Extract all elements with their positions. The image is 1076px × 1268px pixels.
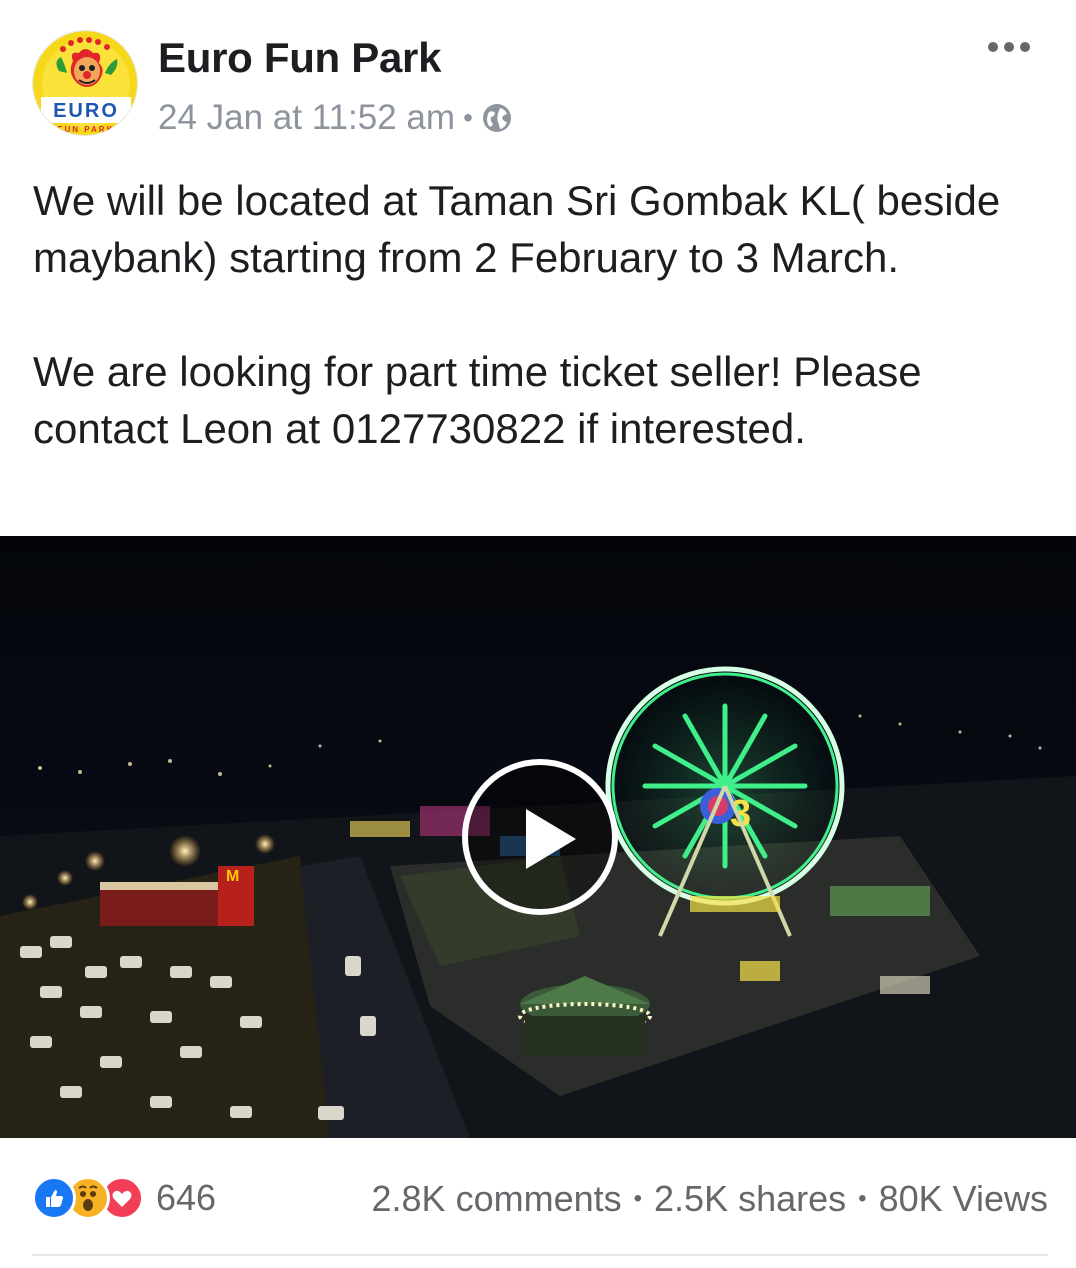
post-text-paragraph-2: We are looking for part time ticket sell…: [33, 348, 922, 452]
svg-text:M: M: [226, 868, 239, 885]
logo-text: EURO: [53, 100, 119, 122]
more-dot: [1004, 42, 1014, 52]
stats-separator: •: [633, 1185, 643, 1212]
more-dot: [1020, 42, 1030, 52]
post-text-paragraph-1: We will be located at Taman Sri Gombak K…: [33, 177, 1001, 281]
post-text: We will be located at Taman Sri Gombak K…: [33, 172, 1043, 457]
comments-link[interactable]: 2.8K comments: [372, 1178, 622, 1220]
engagement-stats: 2.8K comments • 2.5K shares • 80K Views: [372, 1178, 1048, 1220]
meta-separator: •: [463, 102, 473, 133]
page-avatar[interactable]: EURO FUN PARK: [32, 30, 138, 136]
svg-text:3: 3: [730, 793, 751, 835]
like-icon: [32, 1176, 76, 1220]
stats-separator: •: [858, 1185, 867, 1212]
post-footer: 646 2.8K comments • 2.5K shares • 80K Vi…: [0, 1150, 1076, 1256]
footer-divider: [32, 1254, 1048, 1256]
globe-icon[interactable]: [481, 102, 513, 134]
page-name[interactable]: Euro Fun Park: [158, 34, 441, 82]
euro-fun-park-logo: EURO FUN PARK: [33, 31, 137, 135]
play-triangle: [526, 809, 576, 869]
play-icon[interactable]: [462, 759, 618, 915]
logo-subtext: FUN PARK: [58, 125, 115, 134]
post-header: EURO FUN PARK Euro Fun Park 24 Jan at 11…: [0, 0, 1076, 150]
reactions-summary[interactable]: 646: [32, 1176, 216, 1220]
reaction-count: 646: [156, 1177, 217, 1218]
views-count: 80K Views: [878, 1178, 1048, 1219]
more-options-icon[interactable]: [982, 36, 1036, 58]
post-meta: 24 Jan at 11:52 am •: [158, 98, 513, 138]
post-timestamp[interactable]: 24 Jan at 11:52 am: [158, 98, 455, 138]
shares-link[interactable]: 2.5K shares: [654, 1178, 846, 1220]
more-dot: [988, 42, 998, 52]
video-player[interactable]: M 3: [0, 536, 1076, 1138]
